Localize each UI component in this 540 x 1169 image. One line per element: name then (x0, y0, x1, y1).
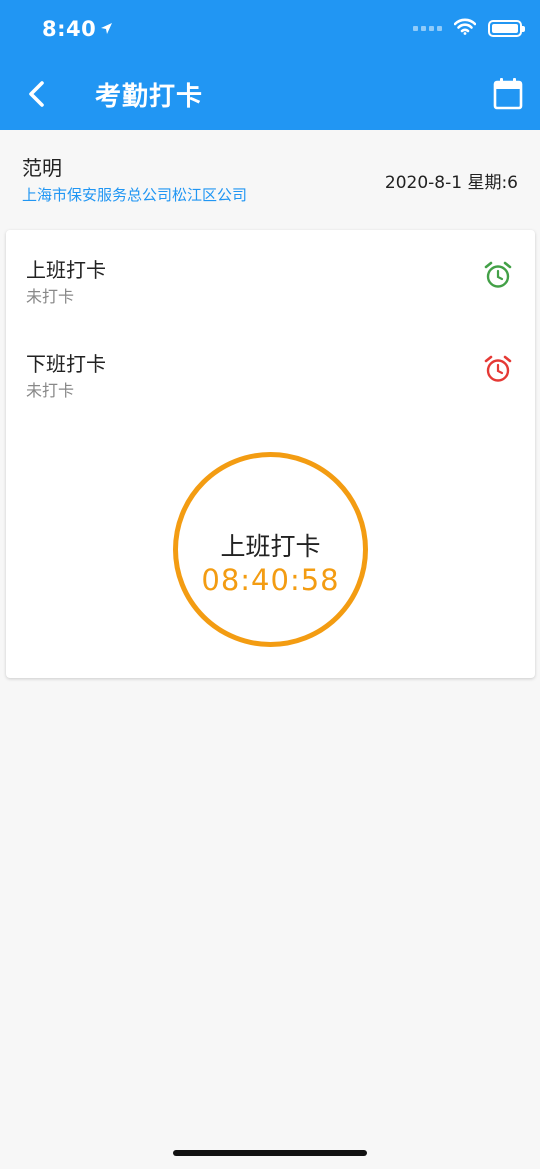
status-bar-indicators (413, 18, 525, 39)
checkin-status: 未打卡 (26, 381, 75, 400)
punch-label: 上班打卡 (220, 532, 321, 561)
user-name: 范明 (22, 156, 62, 180)
checkin-row-start[interactable]: 上班打卡 未打卡 (6, 230, 535, 310)
checkin-card: 上班打卡 未打卡 下班打卡 未打卡 上班打卡 08:40:58 (6, 230, 535, 678)
alarm-clock-icon (483, 354, 513, 384)
checkin-label: 下班打卡 (26, 352, 106, 376)
chevron-left-icon (29, 81, 44, 107)
back-button[interactable] (20, 76, 56, 112)
current-date: 2020-8-1 星期:6 (384, 173, 518, 193)
checkin-row-end[interactable]: 下班打卡 未打卡 (6, 324, 535, 404)
battery-icon (488, 20, 525, 37)
home-indicator[interactable] (173, 1150, 367, 1156)
wifi-icon (453, 18, 477, 39)
location-arrow-icon (100, 16, 113, 40)
checkin-label: 上班打卡 (26, 258, 106, 282)
calendar-icon (493, 78, 523, 110)
page-title: 考勤打卡 (95, 82, 204, 112)
alarm-clock-icon (483, 260, 513, 290)
signal-icon (413, 26, 442, 31)
user-info: 范明 上海市保安服务总公司松江区公司 2020-8-1 星期:6 (0, 130, 540, 226)
checkin-status: 未打卡 (26, 287, 75, 306)
status-bar-time: 8:40 (42, 16, 113, 41)
app-header: 8:40 考勤打卡 (0, 0, 540, 130)
attendance-screen: 8:40 考勤打卡 范明 上海市保安服务总公司松江区公司 2020-8-1 星期… (0, 0, 540, 1169)
calendar-button[interactable] (492, 77, 524, 111)
punch-time: 08:40:58 (201, 563, 340, 597)
company-name: 上海市保安服务总公司松江区公司 (22, 186, 248, 204)
punch-button[interactable]: 上班打卡 08:40:58 (173, 452, 368, 647)
